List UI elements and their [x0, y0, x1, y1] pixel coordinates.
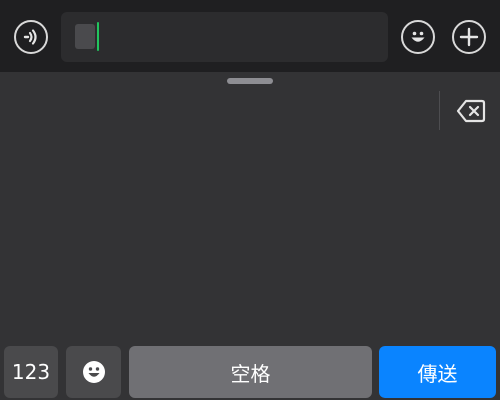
toolbar-divider	[439, 91, 440, 130]
input-placeholder-chip	[75, 24, 95, 49]
emoji-key[interactable]	[66, 346, 121, 398]
emoji-icon	[411, 31, 425, 42]
keyboard-drag-handle[interactable]	[227, 78, 273, 84]
numbers-key-label: 123	[11, 360, 51, 384]
voice-button[interactable]	[14, 20, 48, 54]
emoji-icon	[82, 361, 105, 383]
emoji-button[interactable]	[401, 20, 435, 54]
input-toolbar	[0, 0, 500, 72]
send-key[interactable]: 傳送	[379, 346, 496, 398]
add-button[interactable]	[452, 20, 486, 54]
plus-icon	[459, 27, 479, 47]
numbers-key[interactable]: 123	[4, 346, 58, 398]
backspace-button[interactable]	[456, 98, 486, 124]
text-caret	[97, 22, 99, 51]
voice-icon	[23, 29, 37, 45]
space-key-label: 空格	[230, 361, 271, 386]
message-input[interactable]	[61, 12, 388, 62]
backspace-icon	[456, 99, 486, 123]
space-key[interactable]: 空格	[129, 346, 372, 398]
send-key-label: 傳送	[417, 361, 458, 386]
